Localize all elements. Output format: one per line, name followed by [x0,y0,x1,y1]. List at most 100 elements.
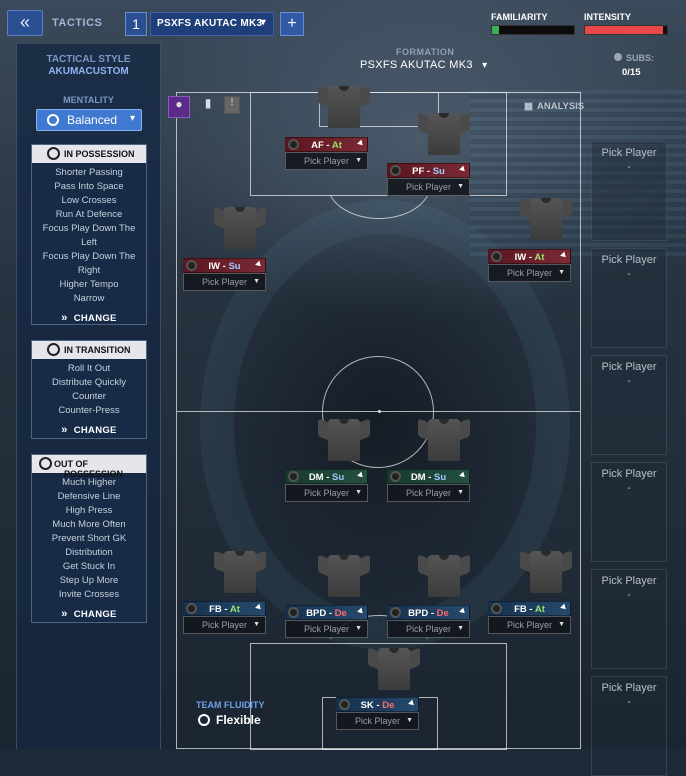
mentality-icon [47,114,59,126]
add-tactic-button[interactable]: + [280,12,304,36]
player-slot[interactable]: IW - At Pick Player ▼ [488,249,571,282]
page-title: TACTICS [52,17,103,29]
formation-value: PSXFS AKUTAC MK3 [360,59,473,71]
instruction-item: Defensive Line [57,491,121,502]
pick-player-select[interactable]: Pick Player ▼ [285,484,368,502]
role-separator: - [326,608,335,619]
role-selector[interactable]: FB - At [488,601,571,616]
player-slot[interactable]: PF - Su Pick Player ▼ [387,163,470,196]
bench-slot[interactable]: Pick Player - [591,462,667,562]
chevron-down-icon: ▾ [260,17,266,28]
team-fluidity-label: TEAM FLUIDITY [196,700,265,710]
player-shirt-icon [318,554,370,597]
analysis-button[interactable]: ▦ ANALYSIS [524,101,584,112]
player-shirt-icon [214,206,266,249]
pick-player-select[interactable]: Pick Player ▼ [285,620,368,638]
role-status-icon [186,603,197,614]
chevron-double-right-icon: » [61,608,68,620]
player-slot[interactable]: IW - Su Pick Player ▼ [183,258,266,291]
role-duty: Su [434,472,447,483]
role-separator: - [323,140,332,151]
in-transition-change-button[interactable]: » CHANGE [32,424,146,436]
instruction-item: Invite Crosses [58,589,120,600]
role-selector[interactable]: PF - Su [387,163,470,178]
player-slot[interactable]: BPD - De Pick Player ▼ [285,605,368,638]
subs-label-text: SUBS: [626,53,655,63]
player-view-button[interactable]: ● [168,96,190,118]
role-status-icon [288,139,299,150]
role-duty: De [334,608,347,619]
tactic-slot-number[interactable]: 1 [125,12,147,36]
back-button[interactable]: « [7,10,43,36]
player-slot[interactable]: BPD - De Pick Player ▼ [387,605,470,638]
plus-icon: + [287,15,297,32]
player-slot[interactable]: FB - At Pick Player ▼ [183,601,266,634]
team-fluidity-value[interactable]: Flexible [198,713,261,727]
pick-player-select[interactable]: Pick Player ▼ [183,273,266,291]
bench-dash: - [627,162,631,173]
pick-player-label: Pick Player [303,156,349,166]
role-selector[interactable]: DM - Su [387,469,470,484]
pick-player-select[interactable]: Pick Player ▼ [387,178,470,196]
chevron-down-icon: ▼ [355,625,362,632]
role-selector[interactable]: SK - De [336,697,419,712]
chevron-double-right-icon: » [61,424,68,436]
instruction-item: Step Up More [59,575,119,586]
bench-slot[interactable]: Pick Player - [591,248,667,348]
pick-player-select[interactable]: Pick Player ▼ [488,264,571,282]
role-selector[interactable]: DM - Su [285,469,368,484]
role-duty: De [436,608,449,619]
bench-slot[interactable]: Pick Player - [591,141,667,241]
in-possession-change-button[interactable]: » CHANGE [32,312,146,324]
player-slot[interactable]: SK - De Pick Player ▼ [336,697,419,730]
role-duty: Su [332,472,345,483]
bench-slot[interactable]: Pick Player - [591,676,667,776]
pick-player-select[interactable]: Pick Player ▼ [488,616,571,634]
pick-player-label: Pick Player [303,488,349,498]
pick-player-select[interactable]: Pick Player ▼ [336,712,419,730]
bench-slot[interactable]: Pick Player - [591,569,667,669]
football-icon [47,147,60,160]
role-code: IW [208,261,220,272]
role-duty: Su [432,166,445,177]
role-code: IW [514,252,527,263]
pick-player-label: Pick Player [201,620,247,630]
role-selector[interactable]: AF - At [285,137,368,152]
stats-view-button[interactable]: ▮ [197,96,219,118]
out-of-possession-change-button[interactable]: » CHANGE [32,608,146,620]
role-selector[interactable]: BPD - De [387,605,470,620]
centre-spot [378,410,381,413]
chevron-double-right-icon: » [61,312,68,324]
instruction-item: Counter [72,391,106,402]
mentality-select[interactable]: Balanced ▾ [36,109,142,131]
player-slot[interactable]: DM - Su Pick Player ▼ [285,469,368,502]
player-slot[interactable]: FB - At Pick Player ▼ [488,601,571,634]
role-selector[interactable]: FB - At [183,601,266,616]
formation-select[interactable]: PSXFS AKUTAC MK3 ▾ [360,59,487,71]
formation-label: FORMATION [396,47,455,57]
tactical-style-value[interactable]: AKUMACUSTOM [16,66,161,77]
player-slot[interactable]: AF - At Pick Player ▼ [285,137,368,170]
tactic-select[interactable]: PSXFS AKUTAC MK3 ▾ [150,12,274,36]
role-selector[interactable]: IW - At [488,249,571,264]
pick-player-select[interactable]: Pick Player ▼ [387,620,470,638]
role-code: FB [209,604,222,615]
bench-slot[interactable]: Pick Player - [591,355,667,455]
role-selector[interactable]: BPD - De [285,605,368,620]
familiarity-bar[interactable] [491,25,575,35]
bench-pick-label: Pick Player [601,468,657,480]
player-slot[interactable]: DM - Su Pick Player ▼ [387,469,470,502]
info-icon [614,53,622,61]
bench-dash: - [627,376,631,387]
role-selector[interactable]: IW - Su [183,258,266,273]
instruction-item: High Press [65,505,113,516]
pick-player-select[interactable]: Pick Player ▼ [285,152,368,170]
chevron-down-icon: ▼ [558,621,565,628]
intensity-bar[interactable] [584,25,668,35]
pick-player-select[interactable]: Pick Player ▼ [387,484,470,502]
instruction-item: Prevent Short GK [51,533,127,544]
role-duty: Su [228,261,241,272]
info-view-button[interactable]: ! [224,96,240,114]
pick-player-select[interactable]: Pick Player ▼ [183,616,266,634]
role-status-icon [491,251,502,262]
